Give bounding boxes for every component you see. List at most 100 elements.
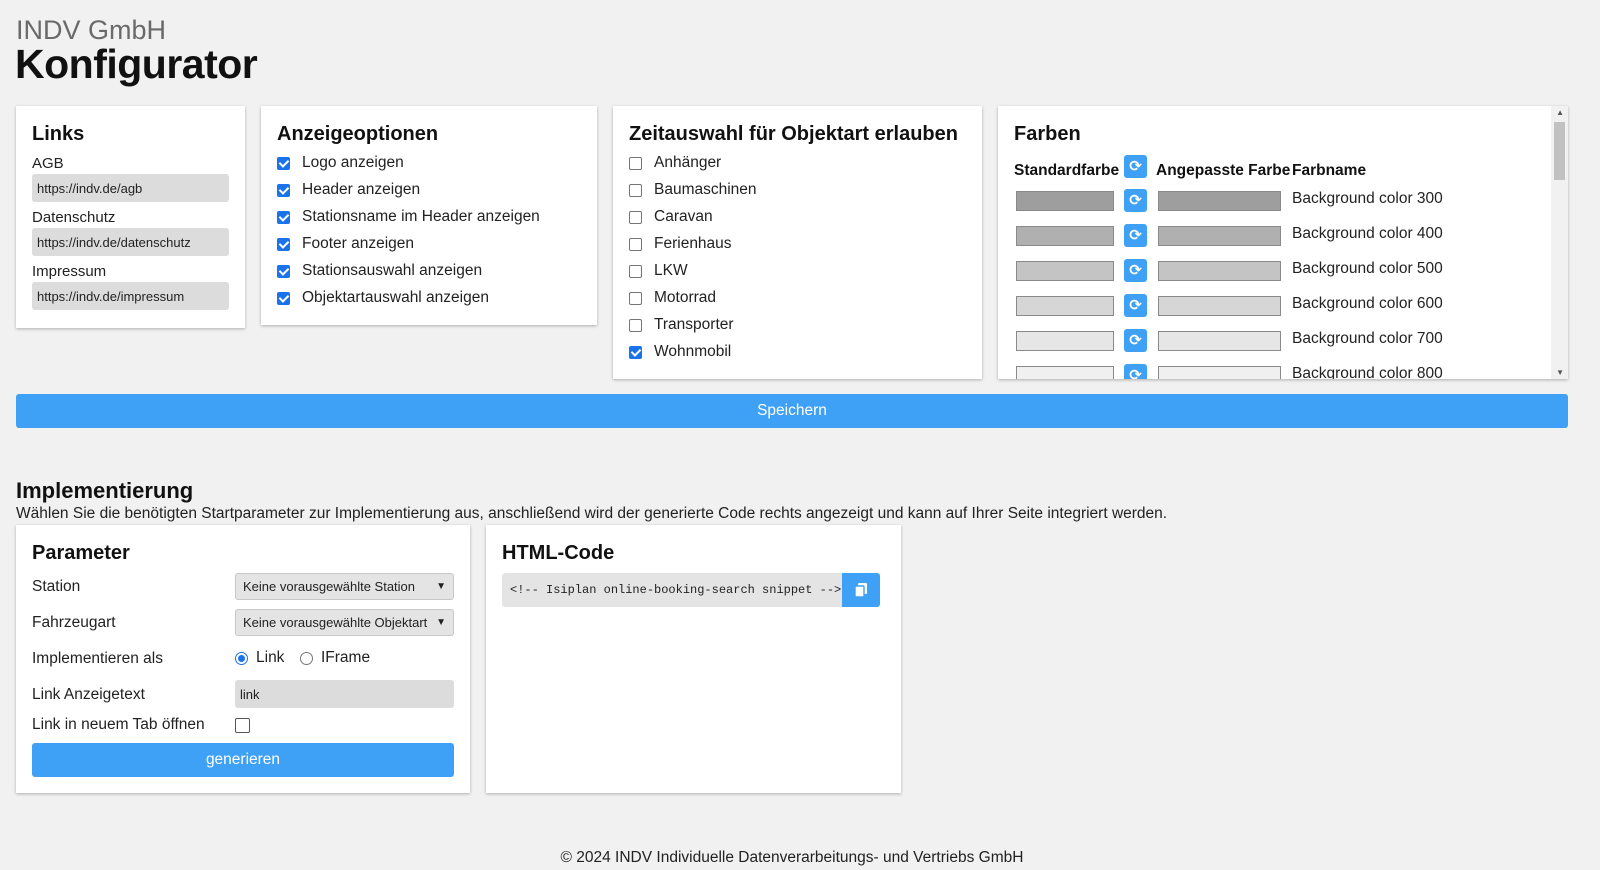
generate-button[interactable]: generieren xyxy=(32,743,454,777)
scroll-thumb[interactable] xyxy=(1554,122,1565,180)
impressum-label: Impressum xyxy=(32,263,107,280)
default-color-swatch xyxy=(1016,331,1114,351)
checkbox[interactable] xyxy=(277,183,290,197)
option-footer[interactable]: Footer anzeigen xyxy=(277,234,414,254)
default-color-swatch xyxy=(1016,296,1114,316)
option-label: Ferienhaus xyxy=(654,235,732,252)
datenschutz-input[interactable] xyxy=(32,228,229,256)
farben-card: Farben Standardfarbe ⟳ Angepasste Farbe … xyxy=(998,106,1568,379)
fahrzeugart-select[interactable]: Keine vorausgewählte Objektart ▼ xyxy=(235,609,454,636)
link-anzeigetext-input[interactable] xyxy=(235,680,454,708)
scroll-up-icon[interactable]: ▲ xyxy=(1556,108,1564,117)
checkbox[interactable] xyxy=(629,156,642,170)
radio-iframe-label: IFrame xyxy=(321,649,371,666)
custom-color-input[interactable] xyxy=(1158,296,1281,316)
default-color-swatch xyxy=(1016,191,1114,211)
implementation-title: Implementierung xyxy=(16,478,194,503)
farben-title: Farben xyxy=(1014,123,1081,145)
refresh-icon: ⟳ xyxy=(1129,332,1142,349)
checkbox[interactable] xyxy=(629,318,642,332)
option-label: Anhänger xyxy=(654,154,722,171)
parameter-card: Parameter Station Keine vorausgewählte S… xyxy=(16,525,470,793)
option-label: Caravan xyxy=(654,208,713,225)
checkbox[interactable] xyxy=(277,291,290,305)
link-anzeigetext-label: Link Anzeigetext xyxy=(32,686,145,703)
custom-color-input[interactable] xyxy=(1158,366,1281,379)
reset-color-button[interactable]: ⟳ xyxy=(1124,364,1147,379)
checkbox[interactable] xyxy=(277,237,290,251)
agb-input[interactable] xyxy=(32,174,229,202)
objektart-anhaenger[interactable]: Anhänger xyxy=(629,153,721,173)
option-label: Transporter xyxy=(654,316,734,333)
option-label: Logo anzeigen xyxy=(302,154,404,171)
refresh-icon: ⟳ xyxy=(1129,192,1142,209)
default-color-swatch xyxy=(1016,366,1114,379)
radio-link[interactable]: Link xyxy=(235,649,284,667)
color-name: Background color 700 xyxy=(1292,330,1443,347)
anzeigeoptionen-card: Anzeigeoptionen Logo anzeigen Header anz… xyxy=(261,106,597,325)
checkbox[interactable] xyxy=(629,237,642,251)
page-title: Konfigurator xyxy=(15,41,258,87)
reset-color-button[interactable]: ⟳ xyxy=(1124,259,1147,282)
fahrzeugart-select-value: Keine vorausgewählte Objektart xyxy=(243,615,428,630)
option-label: Footer anzeigen xyxy=(302,235,415,252)
station-select[interactable]: Keine vorausgewählte Station ▼ xyxy=(235,573,454,600)
copy-button[interactable] xyxy=(842,573,880,607)
links-card: Links AGB Datenschutz Impressum xyxy=(16,106,245,328)
farben-scrollbar[interactable]: ▲ ▼ xyxy=(1551,106,1568,379)
reset-color-button[interactable]: ⟳ xyxy=(1124,329,1147,352)
anzeigeoptionen-title: Anzeigeoptionen xyxy=(277,123,439,145)
reset-color-button[interactable]: ⟳ xyxy=(1124,224,1147,247)
checkbox[interactable] xyxy=(277,264,290,278)
default-color-swatch xyxy=(1016,261,1114,281)
option-header[interactable]: Header anzeigen xyxy=(277,180,420,200)
refresh-icon: ⟳ xyxy=(1129,297,1142,314)
checkbox[interactable] xyxy=(629,183,642,197)
objektart-ferienhaus[interactable]: Ferienhaus xyxy=(629,234,732,254)
checkbox[interactable] xyxy=(629,291,642,305)
radio-iframe[interactable]: IFrame xyxy=(300,649,370,667)
radio-button[interactable] xyxy=(300,651,313,665)
save-button[interactable]: Speichern xyxy=(16,394,1568,428)
checkbox[interactable] xyxy=(629,264,642,278)
checkbox[interactable] xyxy=(277,210,290,224)
copy-icon xyxy=(854,583,867,598)
option-stationsname[interactable]: Stationsname im Header anzeigen xyxy=(277,207,540,227)
code-snippet[interactable]: <!-- Isiplan online-booking-search snipp… xyxy=(502,573,842,607)
links-card-title: Links xyxy=(32,123,85,145)
implementation-description: Wählen Sie die benötigten Startparameter… xyxy=(16,505,1168,522)
impressum-input[interactable] xyxy=(32,282,229,310)
option-logo[interactable]: Logo anzeigen xyxy=(277,153,404,173)
objektart-transporter[interactable]: Transporter xyxy=(629,315,734,335)
objektart-lkw[interactable]: LKW xyxy=(629,261,688,281)
parameter-title: Parameter xyxy=(32,542,130,564)
radio-button[interactable] xyxy=(235,651,248,665)
custom-color-input[interactable] xyxy=(1158,226,1281,246)
scroll-down-icon[interactable]: ▼ xyxy=(1556,368,1564,377)
checkbox[interactable] xyxy=(629,345,642,359)
objektart-wohnmobil[interactable]: Wohnmobil xyxy=(629,342,731,362)
col-farbname: Farbname xyxy=(1292,162,1367,179)
reset-color-button[interactable]: ⟳ xyxy=(1124,294,1147,317)
option-objektartauswahl[interactable]: Objektartauswahl anzeigen xyxy=(277,288,489,308)
reset-color-button[interactable]: ⟳ xyxy=(1124,189,1147,212)
refresh-icon: ⟳ xyxy=(1129,262,1142,279)
objektart-baumaschinen[interactable]: Baumaschinen xyxy=(629,180,757,200)
objektart-caravan[interactable]: Caravan xyxy=(629,207,713,227)
radio-link-label: Link xyxy=(256,649,285,666)
color-name: Background color 800 xyxy=(1292,365,1443,379)
custom-color-input[interactable] xyxy=(1158,331,1281,351)
reset-all-colors-button[interactable]: ⟳ xyxy=(1124,155,1147,178)
refresh-icon: ⟳ xyxy=(1129,227,1142,244)
refresh-icon: ⟳ xyxy=(1129,158,1142,175)
option-label: Objektartauswahl anzeigen xyxy=(302,289,489,306)
checkbox[interactable] xyxy=(629,210,642,224)
option-stationsauswahl[interactable]: Stationsauswahl anzeigen xyxy=(277,261,482,281)
objektart-motorrad[interactable]: Motorrad xyxy=(629,288,716,308)
checkbox[interactable] xyxy=(277,156,290,170)
option-label: LKW xyxy=(654,262,688,279)
new-tab-checkbox[interactable] xyxy=(235,718,250,733)
datenschutz-label: Datenschutz xyxy=(32,209,116,226)
custom-color-input[interactable] xyxy=(1158,261,1281,281)
custom-color-input[interactable] xyxy=(1158,191,1281,211)
